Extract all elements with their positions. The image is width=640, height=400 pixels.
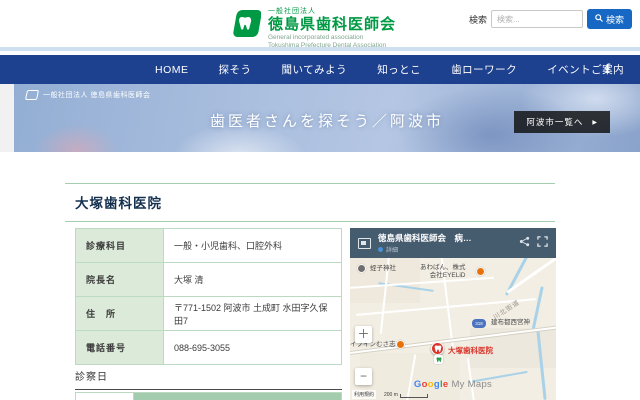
search-icon bbox=[595, 14, 603, 24]
drive-in-marker-icon[interactable] bbox=[396, 340, 405, 349]
clinic-title-band: 大塚歯科医院 bbox=[65, 183, 555, 222]
search-label: 検索 bbox=[468, 14, 487, 25]
shrine-marker-icon[interactable] bbox=[357, 264, 366, 273]
search-button[interactable]: 検索 bbox=[586, 9, 632, 29]
nav-item-harowork[interactable]: 歯ローワーク bbox=[451, 62, 517, 77]
org-english-line2: Tokushima Prefecture Dental Association bbox=[268, 42, 387, 50]
org-name: 徳島県歯科医師会 bbox=[268, 16, 397, 33]
map-title[interactable]: 徳島県歯科医師会 病… bbox=[378, 232, 512, 244]
table-row: 住 所 〒771-1502 阿波市 土成町 水田字久保田7 bbox=[75, 296, 342, 331]
shrine-label: 蛭子神社 bbox=[370, 265, 396, 272]
site-logo[interactable]: 一般社団法人 徳島県歯科医師会 General incorporated ass… bbox=[231, 6, 396, 51]
map-scale-bar bbox=[399, 394, 428, 398]
company-marker-icon[interactable] bbox=[476, 267, 485, 276]
map-header: 徳島県歯科医師会 病… 詳細 bbox=[350, 228, 556, 258]
nav-item-event[interactable]: イベントご案内 bbox=[547, 62, 624, 77]
schedule-header-cells bbox=[134, 393, 341, 400]
hero-brand: 一般社団法人 徳島県歯科医師会 bbox=[24, 90, 151, 100]
clinic-marker-icon[interactable] bbox=[431, 342, 444, 355]
map-canvas[interactable]: 蛭子神社 あわばん、株式 会社EYELiD 川北街道 318 建布都西宮神 イブ… bbox=[350, 258, 556, 400]
row-label: 電話番号 bbox=[75, 330, 164, 365]
arrow-right-icon: ▶ bbox=[592, 119, 598, 126]
row-label: 院長名 bbox=[75, 262, 164, 297]
map-subtitle: 詳細 bbox=[378, 245, 512, 254]
map-subtitle-label: 詳細 bbox=[386, 248, 399, 254]
google-letter: G bbox=[413, 379, 422, 390]
company-label: あわばん、株式 会社EYELiD bbox=[420, 264, 466, 280]
hero-banner: 一般社団法人 徳島県歯科医師会 歯医者さんを探そう／阿波市 阿波市一覧へ ▶ bbox=[14, 84, 640, 152]
logo-text: 一般社団法人 徳島県歯科医師会 General incorporated ass… bbox=[268, 6, 396, 51]
nav-item-shittoko[interactable]: 知っとこ bbox=[377, 62, 421, 77]
row-label: 診療科目 bbox=[75, 228, 164, 263]
awa-list-button[interactable]: 阿波市一覧へ ▶ bbox=[514, 111, 610, 133]
terms-link[interactable]: 利用規約 bbox=[352, 390, 377, 399]
nav-item-home[interactable]: HOME bbox=[155, 64, 189, 76]
org-type: 一般社団法人 bbox=[268, 8, 316, 15]
hero-brand-label: 一般社団法人 徳島県歯科医師会 bbox=[43, 92, 151, 99]
facebook-icon[interactable]: f bbox=[605, 55, 610, 84]
map-scale: 200 m bbox=[384, 392, 428, 398]
awa-list-button-label: 阿波市一覧へ bbox=[526, 117, 584, 127]
search-button-label: 検索 bbox=[605, 14, 624, 25]
map-subtitle-icon bbox=[378, 247, 383, 252]
zoom-in-button[interactable]: ＋ bbox=[355, 326, 372, 343]
route-badge: 318 bbox=[472, 319, 486, 328]
nav-item-kiitemiyou[interactable]: 聞いてみよう bbox=[282, 62, 348, 77]
company-label-line2: 会社EYELiD bbox=[429, 272, 466, 280]
fullscreen-icon[interactable] bbox=[537, 234, 548, 252]
row-value: 〒771-1502 阿波市 土成町 水田字久保田7 bbox=[163, 296, 342, 331]
main-nav: HOME 探そう 聞いてみよう 知っとこ 歯ローワーク イベントご案内 bbox=[0, 55, 640, 84]
table-row: 電話番号 088-695-3055 bbox=[75, 330, 342, 365]
my-maps-label: My Maps bbox=[448, 379, 493, 390]
table-row: 診療科目 一般・小児歯科、口腔外科 bbox=[75, 228, 342, 263]
tooth-logo-icon bbox=[231, 6, 262, 47]
google-my-maps-watermark[interactable]: Google My Maps bbox=[350, 379, 556, 390]
clinic-sub-marker-icon bbox=[434, 355, 443, 364]
row-value: 大塚 清 bbox=[163, 262, 342, 297]
nav-item-sagasou[interactable]: 探そう bbox=[219, 62, 252, 77]
row-value: 088-695-3055 bbox=[163, 330, 342, 365]
tooth-logo-mini-icon bbox=[24, 90, 40, 100]
embedded-map: 徳島県歯科医師会 病… 詳細 蛭子神社 あわばん、株式 会社EYELiD 川北街… bbox=[350, 228, 556, 400]
row-value: 一般・小児歯科、口腔外科 bbox=[163, 228, 342, 263]
row-label: 住 所 bbox=[75, 296, 164, 331]
company-label-line1: あわばん、株式 bbox=[420, 264, 466, 271]
header-search: 検索 検索 bbox=[469, 9, 632, 29]
site-header: 一般社団法人 徳島県歯科医師会 General incorporated ass… bbox=[0, 0, 640, 51]
river-line bbox=[531, 286, 544, 332]
table-row: 院長名 大塚 清 bbox=[75, 262, 342, 297]
map-titlebox: 徳島県歯科医師会 病… 詳細 bbox=[378, 232, 512, 254]
map-scale-label: 200 m bbox=[384, 392, 398, 398]
clinic-info-table: 診療科目 一般・小児歯科、口腔外科 院長名 大塚 清 住 所 〒771-1502… bbox=[75, 228, 342, 365]
page-title: 大塚歯科医院 bbox=[75, 196, 162, 211]
share-icon[interactable] bbox=[519, 234, 530, 252]
search-input[interactable] bbox=[490, 10, 583, 28]
org-english-line1: General incorporated association bbox=[268, 34, 364, 41]
schedule-heading: 診察日 bbox=[75, 368, 342, 390]
schedule-corner-cell bbox=[76, 393, 134, 400]
view-larger-map-icon[interactable] bbox=[358, 237, 371, 249]
page-left-margin bbox=[0, 84, 14, 152]
clinic-marker-label: 大塚歯科医院 bbox=[448, 346, 493, 355]
schedule-table-header-sliver bbox=[75, 392, 342, 400]
place-label: 建布都西宮神 bbox=[491, 319, 530, 326]
